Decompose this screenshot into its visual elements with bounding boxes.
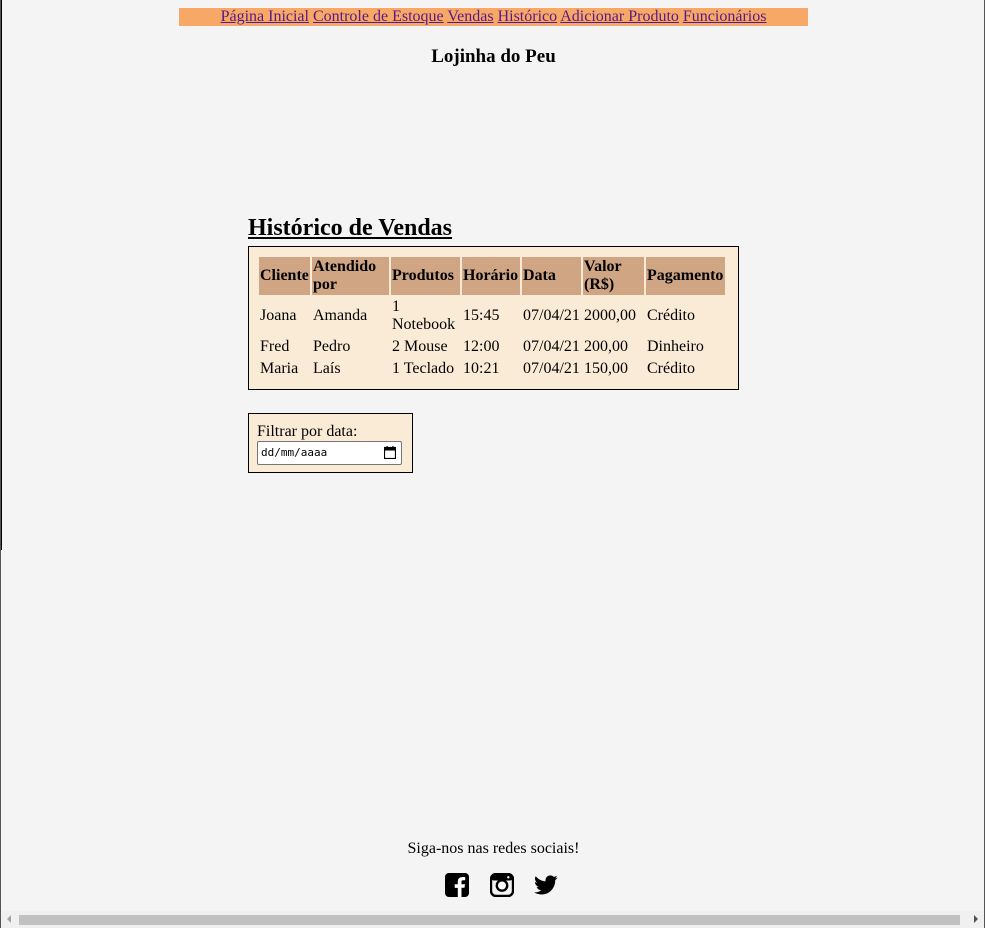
date-filter-label: Filtrar por data: [257, 423, 358, 440]
scroll-right-arrow-icon[interactable] [974, 915, 978, 923]
nav-link-stock[interactable]: Controle de Estoque [313, 8, 444, 25]
table-cell: 1 Teclado [392, 360, 455, 377]
table-cell: Pedro [313, 338, 351, 355]
column-header: Pagamento [646, 257, 725, 295]
date-input-value: dd/mm/aaaa [261, 446, 328, 459]
column-header: Cliente [259, 257, 310, 295]
instagram-icon[interactable] [490, 873, 514, 897]
nav-link-add-product[interactable]: Adicionar Produto [560, 8, 679, 25]
nav-link-home[interactable]: Página Inicial [221, 8, 309, 25]
table-cell: 2 Mouse [392, 338, 448, 355]
social-text: Siga-nos nas redes sociais! [407, 840, 580, 857]
table-cell: 1 Notebook [392, 298, 456, 333]
sales-table-container: Cliente Atendido por Produtos Horário Da… [248, 246, 739, 390]
column-header: Atendido por [312, 257, 389, 295]
calendar-icon[interactable] [384, 446, 396, 459]
date-filter-box: Filtrar por data: dd/mm/aaaa [248, 413, 413, 473]
table-cell: 200,00 [584, 338, 628, 355]
main-nav: Página Inicial Controle de Estoque Venda… [179, 8, 808, 26]
facebook-icon[interactable] [445, 873, 469, 897]
table-cell: Fred [260, 338, 290, 355]
column-header: Produtos [391, 257, 460, 295]
table-cell: 07/04/21 [523, 360, 580, 377]
date-filter-input[interactable]: dd/mm/aaaa [257, 441, 402, 465]
scrollbar-thumb[interactable] [19, 915, 960, 925]
table-cell: Crédito [647, 360, 695, 377]
nav-link-sales[interactable]: Vendas [447, 8, 493, 25]
column-header: Horário [462, 257, 520, 295]
table-row: Joana Amanda 1 Notebook 15:45 07/04/21 2… [259, 297, 725, 335]
horizontal-scrollbar[interactable] [1, 911, 984, 928]
table-cell: 15:45 [463, 307, 500, 324]
table-cell: 2000,00 [584, 307, 636, 324]
table-row: Maria Laís 1 Teclado 10:21 07/04/21 150,… [259, 359, 725, 379]
column-header: Data [522, 257, 581, 295]
table-cell: Joana [260, 307, 297, 324]
table-cell: 12:00 [463, 338, 500, 355]
table-cell: Amanda [313, 307, 368, 324]
twitter-icon[interactable] [534, 873, 558, 897]
column-header: Valor (R$) [583, 257, 644, 295]
site-title: Lojinha do Peu [431, 46, 556, 67]
table-cell: 150,00 [584, 360, 628, 377]
table-cell: 10:21 [463, 360, 500, 377]
table-cell: 07/04/21 [523, 338, 580, 355]
table-cell: Laís [313, 360, 341, 377]
table-cell: 07/04/21 [523, 307, 580, 324]
table-cell: Maria [260, 360, 299, 377]
window-edge [1, 0, 2, 550]
table-cell: Dinheiro [647, 338, 704, 355]
nav-link-history[interactable]: Histórico [498, 8, 558, 25]
table-cell: Crédito [647, 307, 695, 324]
table-row: Fred Pedro 2 Mouse 12:00 07/04/21 200,00… [259, 337, 725, 357]
nav-link-employees[interactable]: Funcionários [683, 8, 767, 25]
sales-table: Cliente Atendido por Produtos Horário Da… [257, 255, 727, 381]
scroll-left-arrow-icon[interactable] [7, 915, 11, 923]
table-header-row: Cliente Atendido por Produtos Horário Da… [259, 257, 725, 295]
section-title: Histórico de Vendas [248, 215, 453, 241]
